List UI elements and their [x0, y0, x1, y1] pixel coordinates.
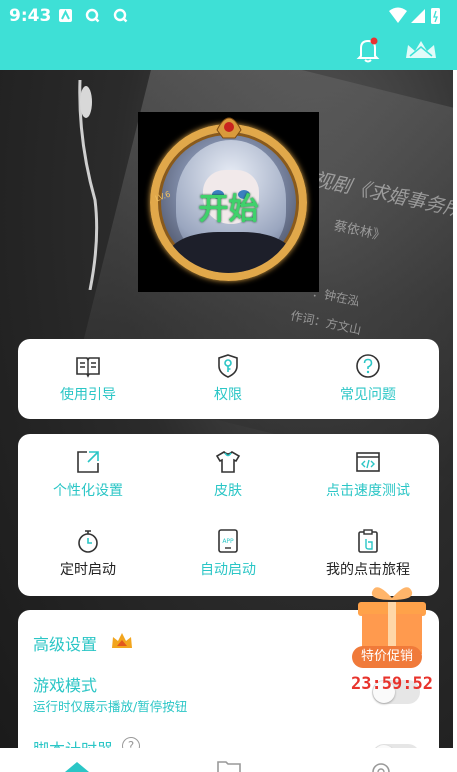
usage-guide-button[interactable]: 使用引导: [18, 353, 158, 404]
status-bar: 9:43: [0, 0, 457, 32]
app-icon: APP: [218, 529, 238, 553]
home-icon[interactable]: [64, 758, 90, 772]
signal-icon: [411, 9, 425, 23]
click-speed-test-button[interactable]: 点击速度测试: [298, 449, 438, 500]
book-icon: [76, 357, 100, 378]
auto-start-button[interactable]: APP 自动启动: [158, 528, 298, 579]
crown-icon[interactable]: [404, 38, 438, 62]
system-status-icons: [389, 7, 440, 24]
tools-card: 个性化设置 皮肤 点击速度测试 定时启动 APP 自动启动 我的点击旅程: [18, 434, 439, 596]
shirt-icon: [215, 451, 241, 473]
app-notification-icon: [59, 9, 72, 22]
vip-crown-icon: [112, 633, 132, 648]
promo-gift-button[interactable]: 特价促销 23:59:52: [344, 584, 440, 700]
promo-countdown: 23:59:52: [351, 674, 433, 694]
stopwatch-icon: [78, 530, 98, 553]
svg-text:APP: APP: [222, 538, 234, 545]
quick-links-card: 使用引导 权限 常见问题: [18, 339, 439, 419]
frame-jewel-icon: [216, 117, 242, 139]
click-journey-label: 我的点击旅程: [326, 562, 410, 578]
bell-icon[interactable]: [355, 36, 381, 64]
personalize-label: 个性化设置: [53, 483, 123, 499]
bottom-navigation: [0, 748, 457, 772]
scheduled-start-button[interactable]: 定时启动: [18, 528, 158, 579]
customize-icon: [77, 451, 99, 473]
start-button[interactable]: LV.6 开始: [138, 112, 319, 292]
skin-label: 皮肤: [214, 483, 242, 499]
app-header: [0, 32, 457, 70]
q-notification-icon-2: [113, 8, 128, 23]
faq-label: 常见问题: [340, 387, 396, 403]
folder-icon[interactable]: [216, 758, 242, 772]
start-label: 开始: [198, 192, 259, 227]
skin-button[interactable]: 皮肤: [158, 449, 298, 500]
usage-guide-label: 使用引导: [60, 387, 116, 403]
clipboard-tap-icon: [358, 529, 378, 553]
code-window-icon: [356, 452, 380, 472]
promo-badge: 特价促销: [352, 646, 422, 668]
background-cable: [78, 80, 99, 290]
shield-key-icon: [218, 354, 238, 378]
click-speed-test-label: 点击速度测试: [326, 483, 410, 499]
permission-button[interactable]: 权限: [158, 353, 298, 404]
game-mode-description: 运行时仅展示播放/暂停按钮: [33, 699, 188, 714]
status-time: 9:43: [9, 6, 52, 26]
q-notification-icon: [85, 8, 100, 23]
click-journey-button[interactable]: 我的点击旅程: [298, 528, 438, 579]
faq-button[interactable]: 常见问题: [298, 353, 438, 404]
settings-icon[interactable]: [368, 758, 394, 772]
scheduled-start-label: 定时启动: [60, 562, 116, 578]
game-mode-title: 游戏模式: [33, 676, 98, 695]
screen-edge: [453, 70, 457, 772]
permission-label: 权限: [214, 387, 242, 403]
wifi-icon: [389, 7, 407, 23]
personalize-button[interactable]: 个性化设置: [18, 449, 158, 500]
advanced-settings-title: 高级设置: [33, 635, 98, 654]
question-icon: [356, 354, 380, 378]
auto-start-label: 自动启动: [200, 562, 256, 578]
